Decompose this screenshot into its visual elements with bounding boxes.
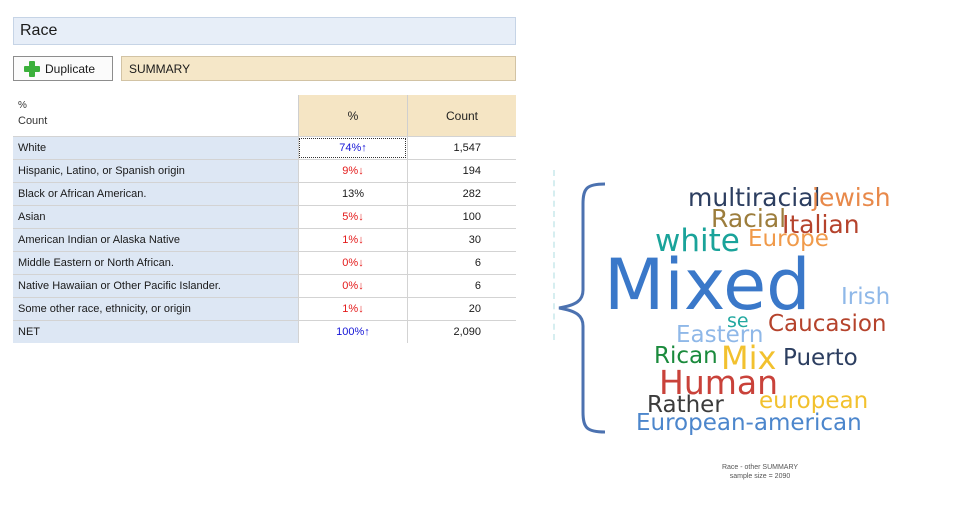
row-label: American Indian or Alaska Native	[13, 229, 298, 251]
count-cell[interactable]: 20	[407, 298, 516, 320]
percent-cell[interactable]: 74%↑	[298, 137, 407, 159]
count-cell[interactable]: 30	[407, 229, 516, 251]
row-label: Asian	[13, 206, 298, 228]
table-row[interactable]: Asian 5%↓ 100	[13, 205, 516, 228]
percent-cell[interactable]: 0%↓	[298, 252, 407, 274]
cloud-word: Mixed	[604, 244, 811, 326]
percent-cell[interactable]: 9%↓	[298, 160, 407, 182]
count-cell[interactable]: 6	[407, 275, 516, 297]
row-label: Native Hawaiian or Other Pacific Islande…	[13, 275, 298, 297]
cloud-caption-title: Race - other SUMMARY	[721, 464, 799, 471]
row-label: White	[13, 137, 298, 159]
cloud-word: Caucasion	[768, 311, 887, 337]
table-row[interactable]: Hispanic, Latino, or Spanish origin 9%↓ 19…	[13, 159, 516, 182]
cloud-word: Puerto	[783, 345, 858, 371]
stat-label-count: Count	[18, 115, 48, 127]
percent-cell[interactable]: 1%↓	[298, 229, 407, 251]
count-cell[interactable]: 194	[407, 160, 516, 182]
percent-cell[interactable]: 100%↑	[298, 321, 407, 343]
cloud-word: jewish	[812, 183, 891, 212]
percent-cell[interactable]: 1%↓	[298, 298, 407, 320]
table-row[interactable]: American Indian or Alaska Native 1%↓ 30	[13, 228, 516, 251]
percent-cell[interactable]: 13%	[298, 183, 407, 205]
crosstab-table: % Count % Count White 74%↑ 1,547 Hispanic, …	[13, 95, 516, 343]
percent-cell[interactable]: 5%↓	[298, 206, 407, 228]
brace-icon	[558, 182, 606, 434]
table-row[interactable]: Some other race, ethnicity, or origin 1%↓…	[13, 297, 516, 320]
count-cell[interactable]: 282	[407, 183, 516, 205]
row-label: Some other race, ethnicity, or origin	[13, 298, 298, 320]
stat-label-percent: %	[18, 100, 27, 111]
table-row[interactable]: White 74%↑ 1,547	[13, 136, 516, 159]
cloud-word: European-american	[636, 410, 862, 436]
row-label: Middle Eastern or North African.	[13, 252, 298, 274]
cloud-caption: Race - other SUMMARY sample size = 2090	[660, 463, 860, 481]
duplicate-button-label: Duplicate	[45, 61, 96, 76]
cloud-caption-sample: sample size = 2090	[729, 473, 791, 480]
table-row[interactable]: Black or African American. 13% 282	[13, 182, 516, 205]
count-cell[interactable]: 100	[407, 206, 516, 228]
count-cell[interactable]: 2,090	[407, 321, 516, 343]
count-cell[interactable]: 1,547	[407, 137, 516, 159]
row-label: Hispanic, Latino, or Spanish origin	[13, 160, 298, 182]
count-cell[interactable]: 6	[407, 252, 516, 274]
table-row[interactable]: Middle Eastern or North African. 0%↓ 6	[13, 251, 516, 274]
panel-title: Race	[20, 22, 58, 39]
table-row[interactable]: NET 100%↑ 2,090	[13, 320, 516, 343]
column-header-count[interactable]: Count	[407, 95, 516, 136]
column-header-percent[interactable]: %	[298, 95, 407, 136]
stat-label-header: % Count	[13, 95, 298, 136]
table-row[interactable]: Native Hawaiian or Other Pacific Islande…	[13, 274, 516, 297]
summary-name-value: SUMMARY	[129, 62, 191, 76]
row-label: NET	[13, 321, 298, 343]
percent-cell[interactable]: 0%↓	[298, 275, 407, 297]
summary-name-field[interactable]: SUMMARY	[121, 56, 516, 81]
plus-icon	[24, 60, 40, 77]
row-label: Black or African American.	[13, 183, 298, 205]
panel-title-bar: Race	[13, 17, 516, 45]
duplicate-button[interactable]: Duplicate	[13, 56, 113, 81]
table-header: % Count % Count	[13, 95, 516, 136]
cloud-word: Irish	[841, 284, 891, 310]
